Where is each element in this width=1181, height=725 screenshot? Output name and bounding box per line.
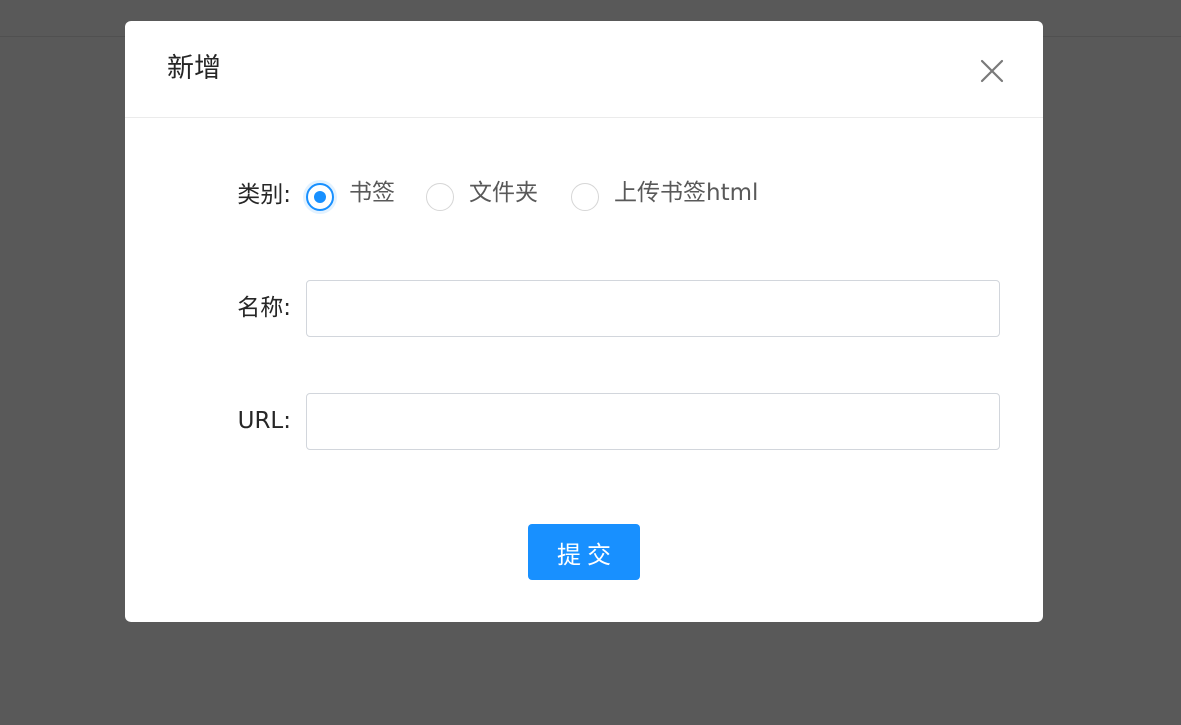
radio-folder[interactable]: 文件夹 [426,178,556,218]
add-modal: 新增 类别: 书签 文件夹 上传书签html 名称: URL: 提交 [125,21,1043,622]
radio-circle-upload-html[interactable] [571,183,599,211]
url-input[interactable] [306,393,1000,450]
submit-button[interactable]: 提交 [528,524,640,580]
category-row: 类别: 书签 文件夹 上传书签html [125,178,1043,218]
radio-circle-folder[interactable] [426,183,454,211]
radio-label-bookmark: 书签 [349,180,395,206]
radio-circle-bookmark[interactable] [306,183,334,211]
url-row: URL: [125,393,1043,450]
radio-bookmark[interactable]: 书签 [306,178,406,218]
close-button[interactable] [977,56,1007,86]
url-label: URL: [237,408,291,434]
name-row: 名称: [125,280,1043,337]
radio-upload-html[interactable]: 上传书签html [571,178,771,218]
category-label: 类别: [237,182,291,208]
close-icon [980,59,1004,83]
name-label: 名称: [237,295,291,321]
radio-label-upload-html: 上传书签html [614,180,759,206]
name-input[interactable] [306,280,1000,337]
modal-header: 新增 [125,21,1043,118]
radio-label-folder: 文件夹 [469,180,538,206]
modal-title: 新增 [167,53,221,84]
